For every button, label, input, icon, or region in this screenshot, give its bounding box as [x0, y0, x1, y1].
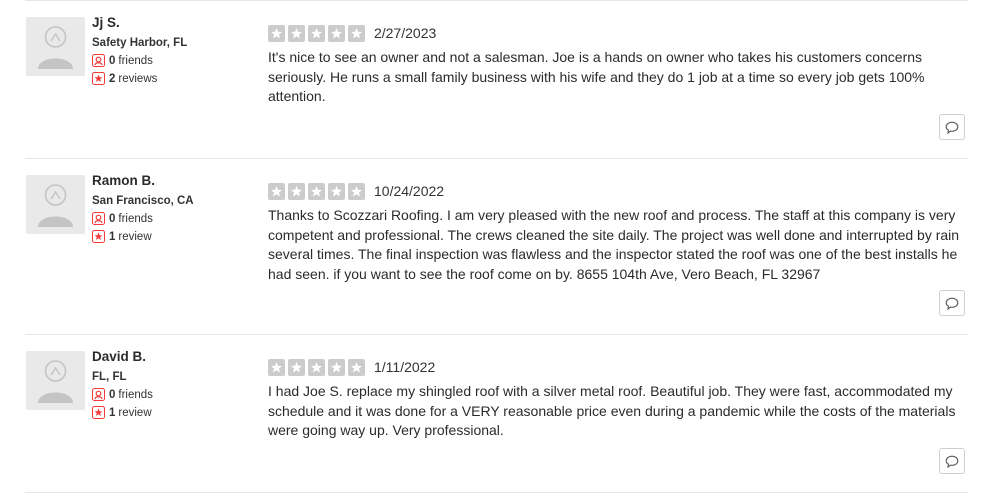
- friends-label: friends: [118, 212, 153, 225]
- star-icon: [348, 359, 365, 376]
- comment-bubble-icon: [945, 121, 959, 134]
- comment-button[interactable]: [939, 114, 965, 140]
- review-divider: [25, 334, 968, 335]
- friends-label: friends: [118, 54, 153, 67]
- user-name[interactable]: Jj S.: [92, 15, 120, 30]
- user-avatar[interactable]: [26, 175, 85, 234]
- star-icon: [328, 359, 345, 376]
- reviews-label: review: [118, 406, 152, 419]
- star-icon: [288, 359, 305, 376]
- star-icon: [328, 183, 345, 200]
- review-divider: [25, 158, 968, 159]
- reviews-label: reviews: [118, 72, 158, 85]
- reviews-count: 2: [109, 72, 116, 85]
- comment-bubble-icon: [945, 455, 959, 468]
- reviews-stat: 2 reviews: [92, 72, 157, 85]
- star-icon: [288, 25, 305, 42]
- friends-icon: [92, 54, 105, 67]
- review-date: 1/11/2022: [374, 359, 436, 375]
- star-icon: [308, 183, 325, 200]
- reviews-star-icon: [92, 230, 105, 243]
- user-name[interactable]: David B.: [92, 349, 146, 364]
- star-icon: [268, 183, 285, 200]
- reviews-count: 1: [109, 406, 116, 419]
- friends-icon: [92, 388, 105, 401]
- default-avatar-icon: [38, 26, 73, 69]
- friends-stat: 0 friends: [92, 54, 153, 67]
- review-divider: [25, 492, 968, 493]
- reviews-count: 1: [109, 230, 116, 243]
- review-date: 10/24/2022: [374, 183, 445, 199]
- default-avatar-icon: [38, 360, 73, 403]
- friends-label: friends: [118, 388, 153, 401]
- comment-button[interactable]: [939, 290, 965, 316]
- reviews-label: review: [118, 230, 152, 243]
- reviews-star-icon: [92, 406, 105, 419]
- reviews-stat: 1 review: [92, 406, 152, 419]
- star-icon: [288, 183, 305, 200]
- star-icon: [348, 183, 365, 200]
- reviews-star-icon: [92, 72, 105, 85]
- friends-icon: [92, 212, 105, 225]
- comment-button[interactable]: [939, 448, 965, 474]
- friends-count: 0: [109, 388, 116, 401]
- user-name[interactable]: Ramon B.: [92, 173, 155, 188]
- friends-stat: 0 friends: [92, 212, 153, 225]
- review-date: 2/27/2023: [374, 25, 437, 41]
- user-avatar[interactable]: [26, 351, 85, 410]
- star-icon: [328, 25, 345, 42]
- user-avatar[interactable]: [26, 17, 85, 76]
- review-text: Thanks to Scozzari Roofing. I am very pl…: [268, 207, 960, 282]
- star-rating: [268, 183, 368, 200]
- friends-count: 0: [109, 54, 116, 67]
- friends-count: 0: [109, 212, 116, 225]
- star-icon: [268, 25, 285, 42]
- default-avatar-icon: [38, 184, 73, 227]
- star-icon: [268, 359, 285, 376]
- review-text: It's nice to see an owner and not a sale…: [268, 49, 925, 104]
- review-text: I had Joe S. replace my shingled roof wi…: [268, 383, 956, 438]
- star-rating: [268, 359, 368, 376]
- star-icon: [308, 359, 325, 376]
- user-location: FL, FL: [92, 371, 127, 383]
- user-location: Safety Harbor, FL: [92, 37, 188, 49]
- reviews-stat: 1 review: [92, 230, 152, 243]
- star-rating: [268, 25, 368, 42]
- user-location: San Francisco, CA: [92, 195, 194, 207]
- friends-stat: 0 friends: [92, 388, 153, 401]
- star-icon: [308, 25, 325, 42]
- comment-bubble-icon: [945, 297, 959, 310]
- star-icon: [348, 25, 365, 42]
- top-divider: [25, 0, 968, 1]
